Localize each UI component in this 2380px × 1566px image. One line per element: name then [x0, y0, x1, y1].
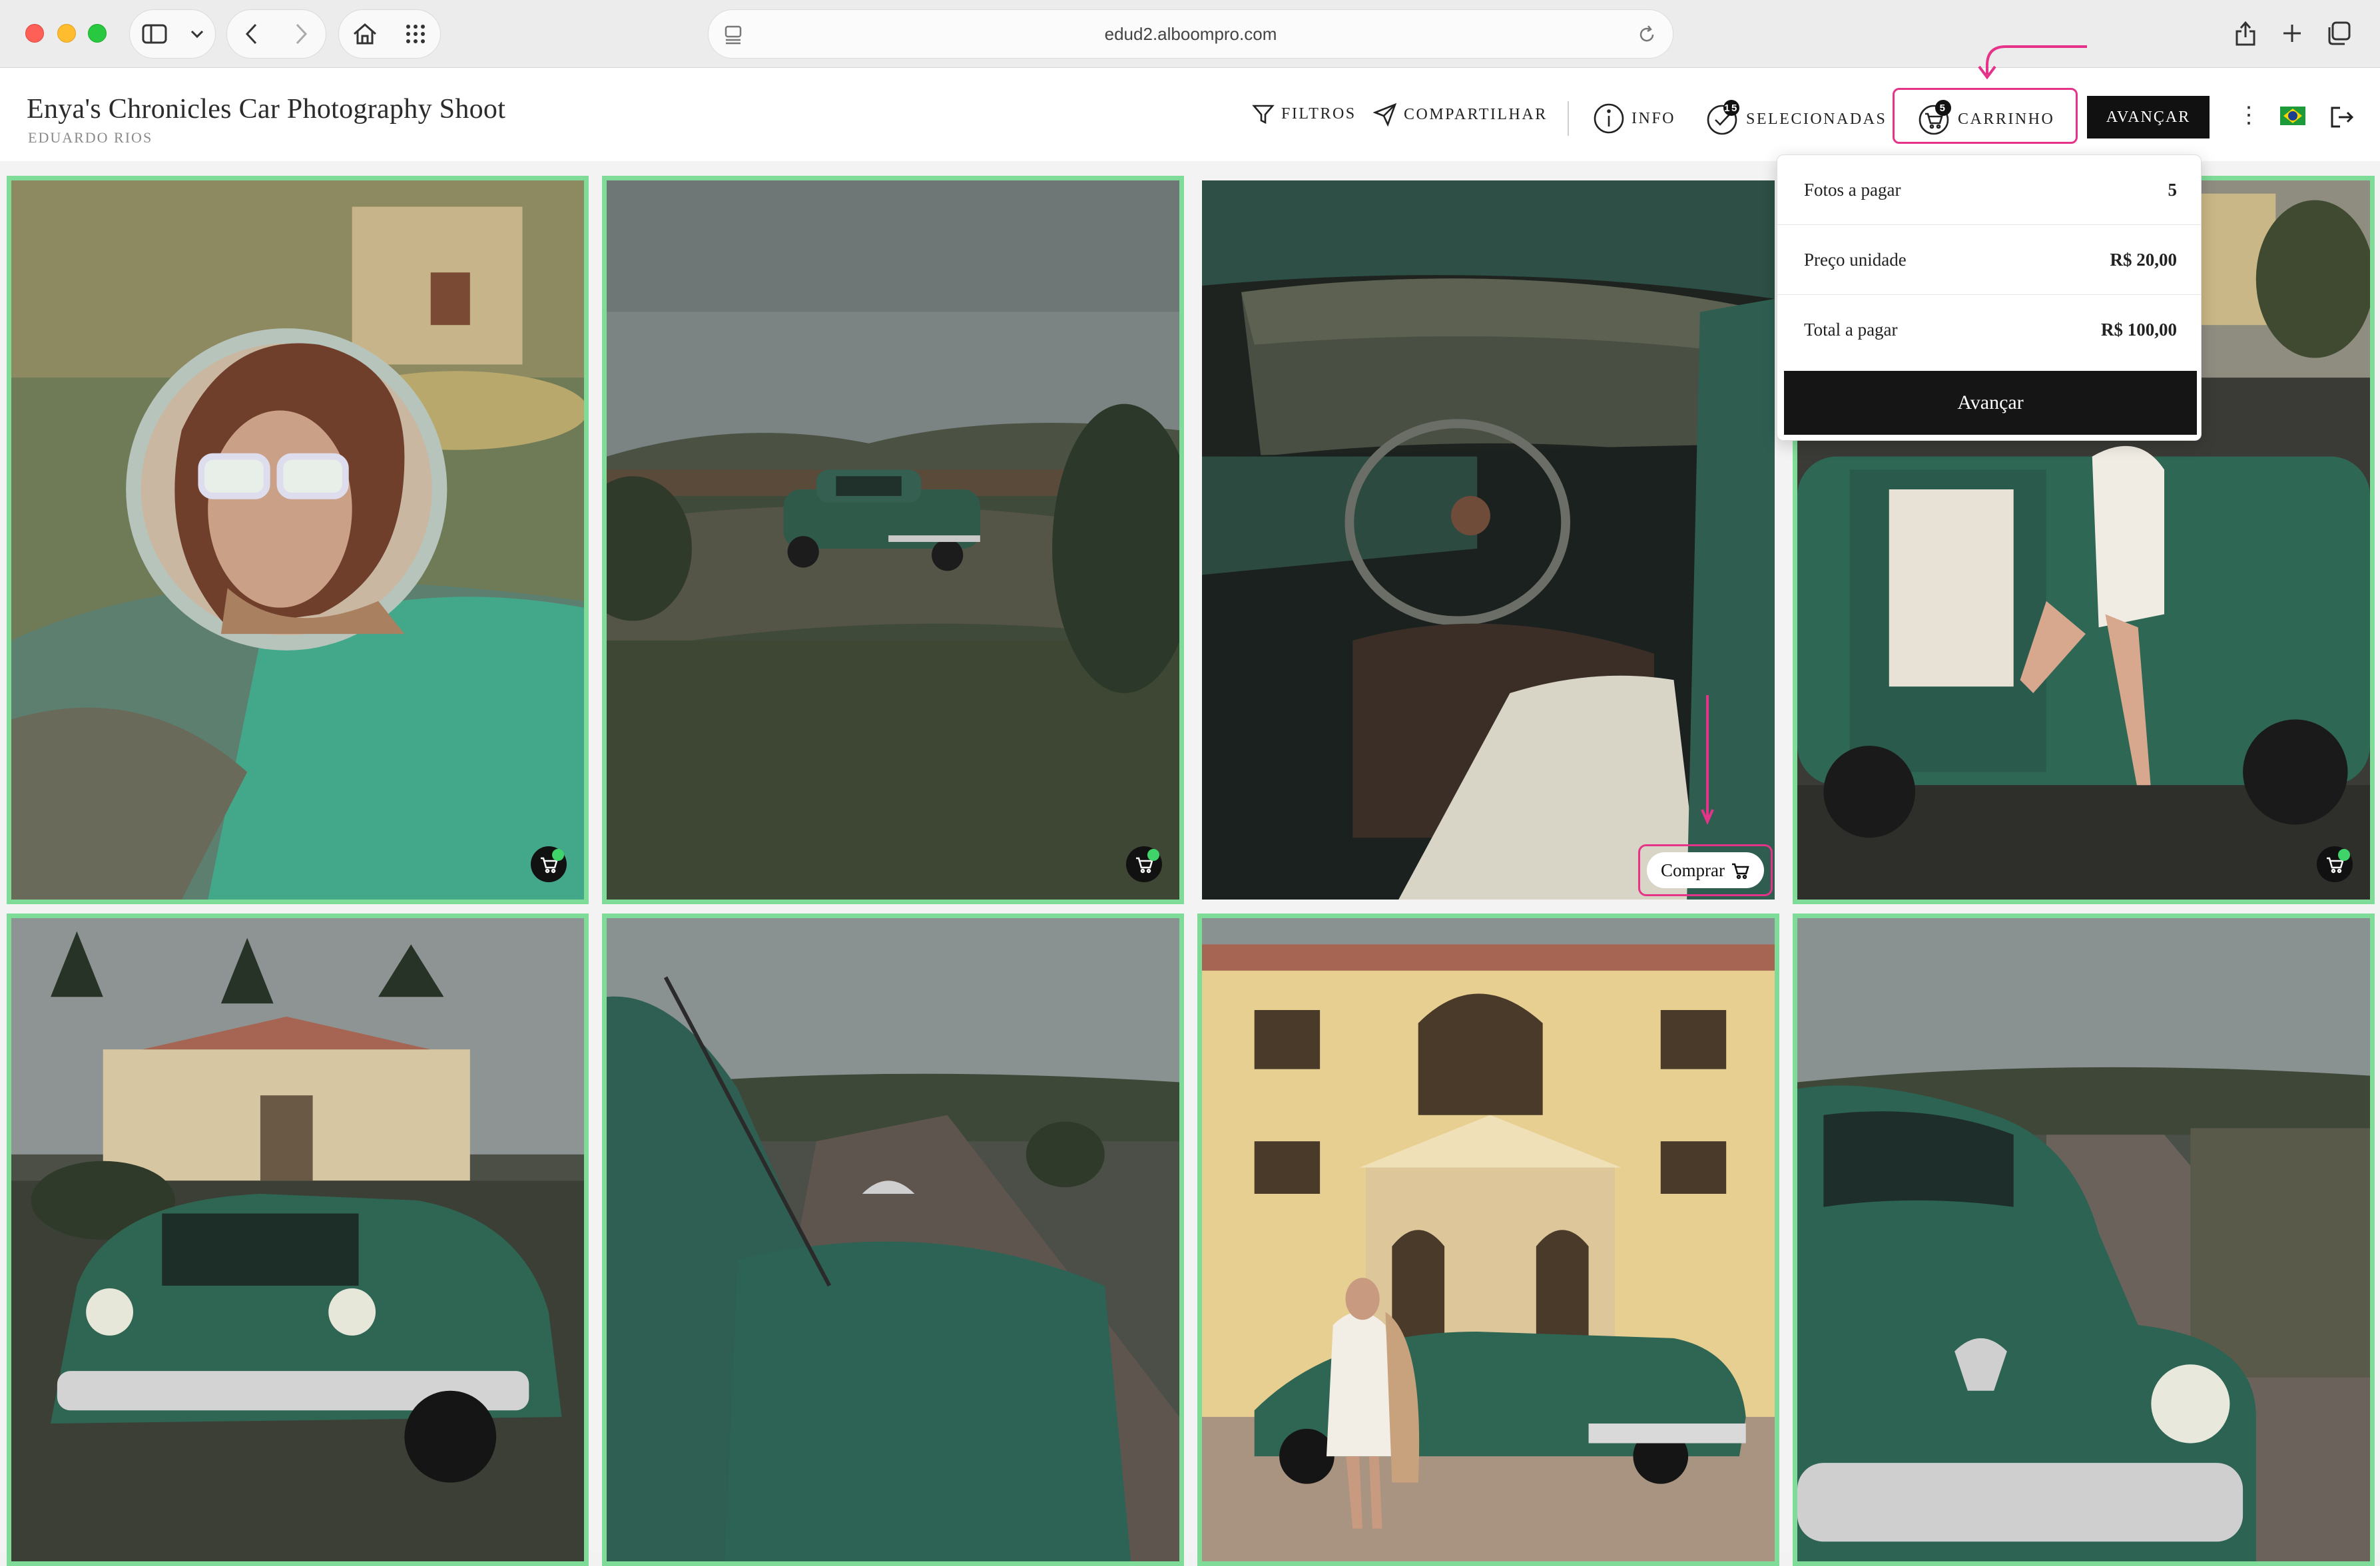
sidebar-icon — [142, 24, 166, 44]
check-icon — [1147, 849, 1159, 861]
close-window-button[interactable] — [25, 24, 44, 43]
info-button[interactable]: INFO — [1593, 103, 1675, 134]
tabs-icon — [2328, 21, 2351, 45]
sidebar-toggle-button[interactable] — [129, 9, 216, 59]
buy-label: Comprar — [1661, 860, 1725, 880]
row-value: R$ 100,00 — [2101, 320, 2177, 340]
info-label: INFO — [1632, 109, 1676, 127]
chevron-down-icon — [190, 30, 203, 39]
checkout-button[interactable]: Avançar — [1784, 371, 2197, 435]
tab-overview-button[interactable] — [2320, 15, 2357, 52]
cart-summary-dropdown: Fotos a pagar 5 Preço unidade R$ 20,00 T… — [1777, 154, 2202, 441]
row-value: 5 — [2168, 179, 2178, 200]
send-icon — [1373, 103, 1397, 127]
cart-icon — [1731, 863, 1749, 880]
photo-image — [11, 918, 584, 1561]
photo-car-antenna-road[interactable] — [602, 914, 1184, 1566]
forward-icon[interactable] — [294, 23, 308, 45]
advance-button[interactable]: AVANÇAR — [2087, 96, 2210, 138]
logout-button[interactable] — [2329, 105, 2355, 132]
zoom-window-button[interactable] — [88, 24, 107, 43]
photo-woman-mansion-car[interactable] — [1197, 914, 1779, 1566]
selected-count-badge: 15 — [1723, 100, 1739, 116]
share-button[interactable]: COMPARTILHAR — [1373, 103, 1548, 127]
buy-highlight: Comprar — [1638, 844, 1773, 896]
photo-car-field[interactable] — [602, 176, 1184, 904]
history-nav — [226, 9, 326, 59]
selected-label: SELECIONADAS — [1746, 110, 1887, 128]
home-and-apps — [338, 9, 441, 59]
cart-count-badge: 5 — [1935, 100, 1951, 116]
nav-divider — [1568, 101, 1569, 136]
filters-label: FILTROS — [1281, 105, 1356, 123]
brazil-flag-icon[interactable] — [2280, 107, 2305, 125]
in-cart-indicator[interactable] — [2317, 846, 2353, 882]
reload-icon[interactable] — [1637, 25, 1657, 45]
photo-car-interior[interactable] — [1197, 176, 1779, 904]
plus-icon — [2283, 25, 2301, 42]
gallery-header: Enya's Chronicles Car Photography Shoot … — [0, 68, 2380, 161]
photo-mirror-portrait[interactable] — [7, 176, 589, 904]
logout-icon — [2331, 107, 2354, 128]
row-label: Total a pagar — [1804, 320, 1898, 340]
row-label: Preço unidade — [1804, 249, 1907, 270]
share-page-button[interactable] — [2227, 15, 2264, 52]
page-settings-icon[interactable] — [723, 25, 743, 45]
info-icon — [1594, 103, 1624, 134]
photo-image — [607, 180, 1179, 900]
filters-button[interactable]: FILTROS — [1252, 103, 1356, 125]
share-icon — [2235, 21, 2255, 46]
photographer-name: EDUARDO RIOS — [28, 129, 153, 146]
cart-row-unit-price: Preço unidade R$ 20,00 — [1777, 225, 2201, 295]
photo-car-mansion[interactable] — [7, 914, 589, 1566]
url-text: edud2.alboompro.com — [1104, 23, 1277, 44]
photo-image — [1202, 918, 1775, 1561]
row-label: Fotos a pagar — [1804, 179, 1901, 200]
grid-icon[interactable] — [404, 23, 427, 45]
minimize-window-button[interactable] — [57, 24, 76, 43]
share-label: COMPARTILHAR — [1404, 105, 1548, 123]
cart-row-total: Total a pagar R$ 100,00 — [1777, 295, 2201, 365]
more-options-icon[interactable]: ⋮ — [2237, 104, 2260, 127]
new-tab-button[interactable] — [2273, 15, 2311, 52]
cart-button[interactable]: 5 CARRINHO — [1918, 100, 2055, 136]
annotation-arrow — [1701, 695, 1714, 825]
back-icon[interactable] — [244, 23, 259, 45]
photo-car-front-road[interactable] — [1793, 914, 2375, 1566]
photo-image — [1797, 918, 2370, 1561]
selected-button[interactable]: 15 SELECIONADAS — [1706, 100, 1887, 136]
gallery-title: Enya's Chronicles Car Photography Shoot — [27, 94, 506, 125]
in-cart-indicator[interactable] — [1126, 846, 1162, 882]
cart-annotation-arrow — [1978, 45, 2087, 80]
buy-button[interactable]: Comprar — [1647, 852, 1764, 888]
check-icon — [552, 849, 564, 861]
filter-icon — [1252, 105, 1275, 125]
cart-row-photos: Fotos a pagar 5 — [1777, 155, 2201, 225]
photo-image — [607, 918, 1179, 1561]
check-icon — [2338, 849, 2350, 861]
address-bar[interactable]: edud2.alboompro.com — [708, 9, 1673, 59]
home-icon[interactable] — [352, 23, 378, 45]
row-value: R$ 20,00 — [2110, 249, 2178, 270]
cart-label: CARRINHO — [1958, 110, 2055, 128]
in-cart-indicator[interactable] — [531, 846, 567, 882]
photo-image — [11, 180, 584, 900]
photo-image — [1202, 180, 1775, 900]
